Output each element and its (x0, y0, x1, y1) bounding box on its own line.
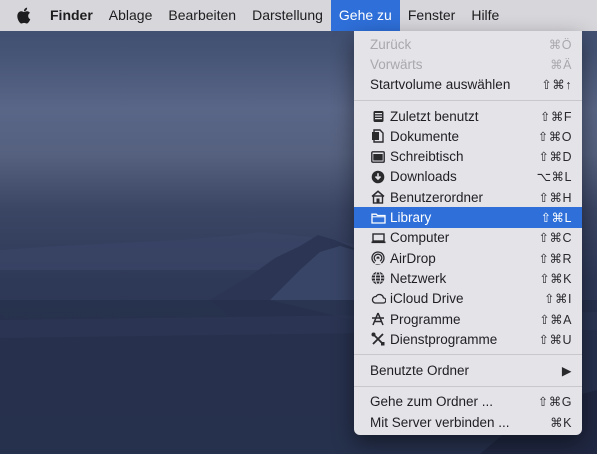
menu-item-netzwerk[interactable]: Netzwerk ⇧⌘K (354, 268, 582, 288)
gehe-zu-dropdown: Zurück ⌘Ö Vorwärts ⌘Ä Startvolume auswäh… (354, 31, 582, 435)
menu-item-shortcut: ⇧⌘U (538, 332, 572, 347)
menu-item-label: Benutzte Ordner (370, 363, 470, 379)
network-icon (370, 270, 386, 286)
menu-item-shortcut: ⌘Ö (548, 37, 572, 52)
menu-item-label: Library (390, 210, 432, 226)
apple-menu-icon[interactable] (13, 7, 33, 24)
menu-item-shortcut: ⇧⌘I (544, 292, 572, 307)
menu-item-label: iCloud Drive (390, 291, 464, 307)
menu-item-shortcut: ⌘Ä (550, 57, 572, 72)
menu-item-computer[interactable]: Computer ⇧⌘C (354, 228, 582, 248)
desktop-icon (370, 149, 386, 165)
menu-item-label: Netzwerk (390, 270, 447, 286)
menu-item-library[interactable]: Library ⇧⌘L (354, 207, 582, 228)
menu-bar: Finder Ablage Bearbeiten Darstellung Geh… (0, 0, 597, 31)
airdrop-icon (370, 250, 386, 266)
menu-item-label: Zuletzt benutzt (390, 108, 479, 124)
menu-item-benutzerordner[interactable]: Benutzerordner ⇧⌘H (354, 187, 582, 207)
menu-item-label: Downloads (390, 169, 457, 185)
menu-finder[interactable]: Finder (42, 0, 101, 31)
menu-item-schreibtisch[interactable]: Schreibtisch ⇧⌘D (354, 146, 582, 166)
menu-item-mit-server-verbinden[interactable]: Mit Server verbinden ... ⌘K (354, 412, 582, 432)
menu-item-icloud-drive[interactable]: iCloud Drive ⇧⌘I (354, 289, 582, 309)
menu-item-benutzte-ordner[interactable]: Benutzte Ordner ▶ (354, 360, 582, 380)
menu-item-label: Zurück (370, 36, 412, 52)
menu-separator (354, 385, 582, 387)
icloud-icon (370, 291, 386, 307)
menu-item-label: AirDrop (390, 250, 436, 266)
menu-item-zurueck: Zurück ⌘Ö (354, 34, 582, 54)
menu-item-shortcut: ⇧⌘F (539, 109, 572, 124)
menu-fenster[interactable]: Fenster (400, 0, 463, 31)
menu-separator (354, 354, 582, 356)
menu-hilfe[interactable]: Hilfe (463, 0, 507, 31)
menu-item-zuletzt-benutzt[interactable]: Zuletzt benutzt ⇧⌘F (354, 106, 582, 126)
menu-item-gehe-zum-ordner[interactable]: Gehe zum Ordner ... ⇧⌘G (354, 392, 582, 412)
menu-bearbeiten[interactable]: Bearbeiten (160, 0, 244, 31)
menu-item-dokumente[interactable]: Dokumente ⇧⌘O (354, 126, 582, 146)
menu-item-dienstprogramme[interactable]: Dienstprogramme ⇧⌘U (354, 329, 582, 349)
computer-icon (370, 230, 386, 246)
menu-item-shortcut: ⇧⌘↑ (541, 78, 572, 93)
folder-icon (370, 210, 386, 226)
recents-icon (370, 108, 386, 124)
menu-item-shortcut: ⇧⌘D (538, 150, 572, 165)
menu-item-label: Vorwärts (370, 56, 423, 72)
applications-icon (370, 311, 386, 327)
menu-item-downloads[interactable]: Downloads ⌥⌘L (354, 167, 582, 187)
menu-item-shortcut: ⌥⌘L (536, 170, 572, 185)
menu-item-label: Dienstprogramme (390, 331, 498, 347)
menu-item-label: Mit Server verbinden ... (370, 414, 510, 430)
menu-item-label: Startvolume auswählen (370, 77, 511, 93)
menu-item-shortcut: ⇧⌘L (540, 211, 572, 226)
menu-item-shortcut: ⇧⌘O (537, 129, 572, 144)
submenu-arrow-icon: ▶ (561, 364, 572, 379)
home-icon (370, 189, 386, 205)
documents-icon (370, 128, 386, 144)
menu-gehe-zu[interactable]: Gehe zu (330, 0, 400, 31)
menu-item-startvolume[interactable]: Startvolume auswählen ⇧⌘↑ (354, 75, 582, 95)
menu-item-airdrop[interactable]: AirDrop ⇧⌘R (354, 248, 582, 268)
downloads-icon (370, 169, 386, 185)
menu-item-shortcut: ⇧⌘C (538, 231, 572, 246)
menu-item-shortcut: ⇧⌘H (538, 190, 572, 205)
menu-item-label: Schreibtisch (390, 149, 464, 165)
menu-item-programme[interactable]: Programme ⇧⌘A (354, 309, 582, 329)
menu-item-shortcut: ⇧⌘A (539, 312, 572, 327)
menu-item-label: Dokumente (390, 128, 460, 144)
menu-item-shortcut: ⌘K (550, 415, 572, 430)
menu-item-label: Programme (390, 311, 461, 327)
menu-separator (354, 99, 582, 101)
menu-item-shortcut: ⇧⌘K (539, 271, 572, 286)
menu-item-label: Benutzerordner (390, 189, 484, 205)
menu-item-vorwaerts: Vorwärts ⌘Ä (354, 54, 582, 74)
utilities-icon (370, 331, 386, 347)
menu-darstellung[interactable]: Darstellung (244, 0, 331, 31)
menu-item-shortcut: ⇧⌘G (537, 395, 572, 410)
menu-ablage[interactable]: Ablage (101, 0, 161, 31)
menu-item-label: Computer (390, 230, 450, 246)
menu-item-shortcut: ⇧⌘R (538, 251, 572, 266)
menu-item-label: Gehe zum Ordner ... (370, 394, 494, 410)
